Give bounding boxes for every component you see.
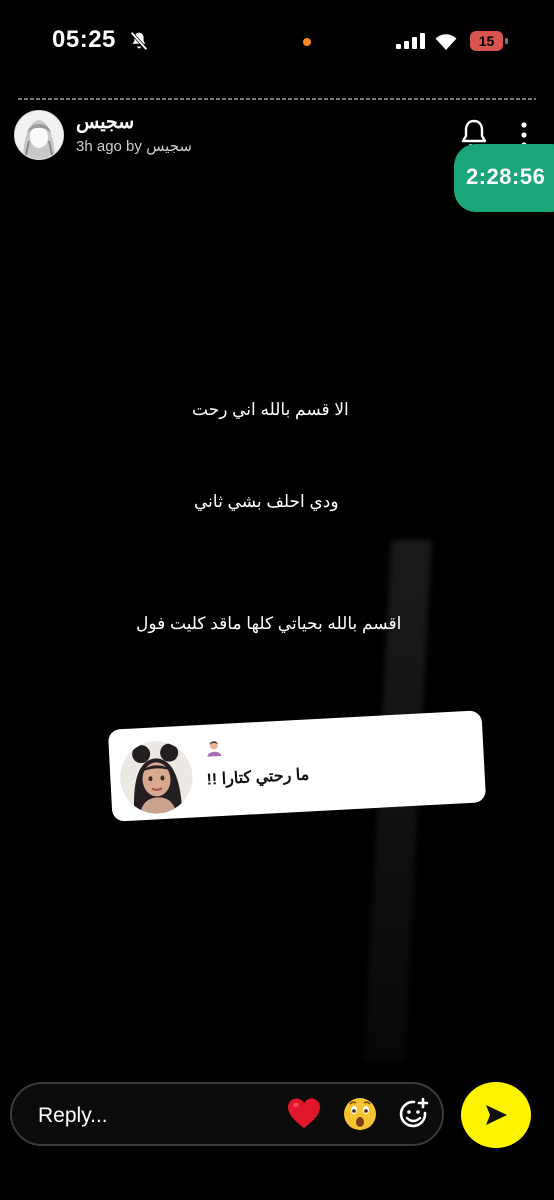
bell-muted-icon — [130, 31, 148, 51]
wifi-icon — [435, 34, 457, 50]
heart-icon[interactable] — [286, 1096, 322, 1132]
signal-icon — [396, 33, 425, 49]
battery-icon: 15 — [470, 31, 510, 51]
reply-placeholder: Reply... — [38, 1104, 108, 1127]
status-bar: 05:25 15 — [0, 0, 554, 80]
reply-input[interactable]: Reply... — [10, 1082, 444, 1146]
story-text-line: اقسم بالله بحياتي كلها ماقد كليت فول — [136, 614, 402, 633]
story-text-line: الا قسم بالله اني رحت — [192, 400, 349, 419]
quoted-reply-text: ما رحتي كتارا !! — [206, 766, 310, 789]
story-meta: 3h ago by سجيس — [76, 138, 192, 155]
woman-gesturing-emoji — [207, 741, 222, 757]
send-button[interactable] — [461, 1082, 531, 1148]
timer-text: 2:28:56 — [466, 164, 546, 189]
status-time: 05:25 — [52, 26, 116, 53]
battery-level: 15 — [478, 33, 495, 49]
timer-badge: 2:28:56 — [454, 144, 554, 212]
orange-dot-icon — [303, 38, 311, 46]
profile-avatar[interactable] — [14, 110, 64, 160]
quoted-reply-card[interactable]: ما رحتي كتارا !! — [107, 710, 487, 822]
story-text-line: ودي احلف بشي ثاني — [194, 492, 339, 511]
astonished-face-icon[interactable] — [342, 1096, 378, 1132]
story-progress-bar — [18, 98, 536, 100]
send-arrow-icon — [486, 1105, 507, 1125]
story-username[interactable]: سجيس — [76, 111, 134, 134]
bitmoji-avatar — [118, 739, 195, 816]
add-sticker-icon[interactable] — [396, 1096, 432, 1132]
